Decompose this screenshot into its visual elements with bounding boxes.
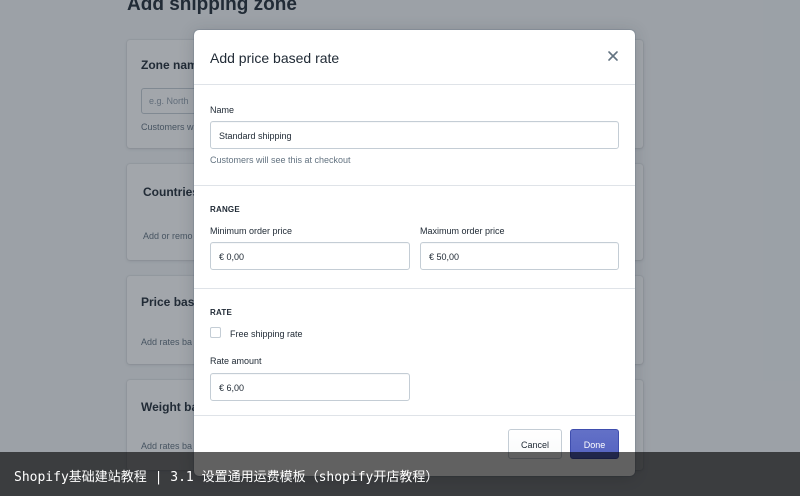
add-price-rate-modal: Add price based rate Name Standard shipp… — [194, 30, 635, 476]
name-section: Name Standard shipping Customers will se… — [194, 85, 635, 186]
name-label: Name — [210, 105, 235, 115]
rate-amount-label: Rate amount — [210, 356, 262, 366]
free-shipping-checkbox[interactable] — [210, 327, 221, 338]
modal-header: Add price based rate — [194, 30, 635, 85]
range-section: RANGE Minimum order price € 0,00 Maximum… — [194, 186, 635, 289]
rate-amount-input[interactable]: € 6,00 — [210, 373, 410, 401]
modal-title: Add price based rate — [210, 50, 340, 66]
close-icon[interactable] — [605, 48, 621, 64]
rate-heading: RATE — [210, 308, 232, 317]
max-price-label: Maximum order price — [420, 226, 505, 236]
max-price-input[interactable]: € 50,00 — [420, 242, 619, 270]
close-icon-glyph — [608, 51, 618, 61]
min-price-label: Minimum order price — [210, 226, 293, 236]
name-help-text: Customers will see this at checkout — [210, 155, 351, 165]
rate-section: RATE Free shipping rate Rate amount € 6,… — [194, 289, 635, 416]
caption-bar: Shopify基础建站教程 | 3.1 设置通用运费模板（shopify开店教程… — [0, 452, 800, 496]
range-heading: RANGE — [210, 205, 240, 214]
free-shipping-label[interactable]: Free shipping rate — [230, 329, 303, 339]
min-price-input[interactable]: € 0,00 — [210, 242, 410, 270]
name-input[interactable]: Standard shipping — [210, 121, 619, 149]
